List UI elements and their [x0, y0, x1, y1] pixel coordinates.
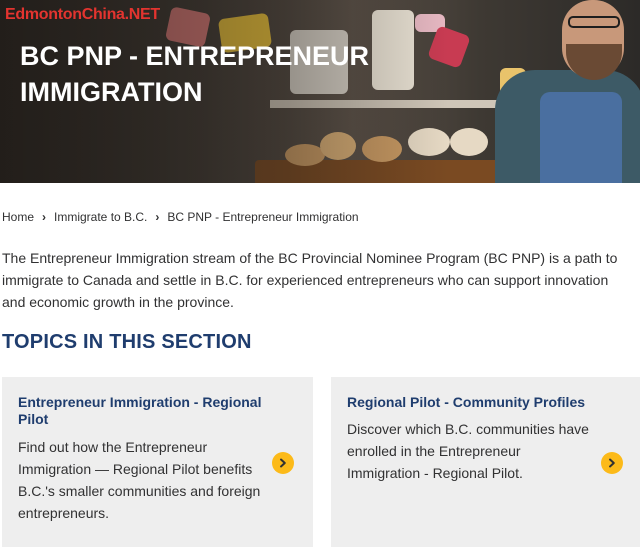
breadcrumb-immigrate[interactable]: Immigrate to B.C.: [54, 210, 147, 224]
hero-banner: EdmontonChina.NET BC PNP - ENTREPRENEUR …: [0, 0, 640, 183]
card-description: Discover which B.C. communities have enr…: [347, 421, 589, 481]
watermark: EdmontonChina.NET: [5, 6, 160, 23]
breadcrumb: Home › Immigrate to B.C. › BC PNP - Entr…: [2, 210, 359, 224]
breadcrumb-current: BC PNP - Entrepreneur Immigration: [167, 210, 359, 224]
topic-card-regional-pilot[interactable]: Entrepreneur Immigration - Regional Pilo…: [2, 377, 313, 547]
page-title: BC PNP - ENTREPRENEUR IMMIGRATION: [20, 41, 370, 107]
card-title[interactable]: Regional Pilot - Community Profiles: [347, 394, 597, 411]
breadcrumb-home[interactable]: Home: [2, 210, 34, 224]
chevron-right-icon: ›: [155, 210, 160, 224]
section-heading: TOPICS IN THIS SECTION: [2, 331, 252, 353]
chevron-right-icon: [280, 458, 286, 468]
topic-card-community-profiles[interactable]: Regional Pilot - Community Profiles Disc…: [331, 377, 640, 547]
chevron-right-icon: ›: [42, 210, 47, 224]
card-arrow-button[interactable]: [601, 452, 623, 474]
intro-paragraph: The Entrepreneur Immigration stream of t…: [2, 250, 618, 310]
chevron-right-icon: [609, 458, 615, 468]
card-arrow-button[interactable]: [272, 452, 294, 474]
card-description: Find out how the Entrepreneur Immigratio…: [18, 439, 261, 521]
card-title[interactable]: Entrepreneur Immigration - Regional Pilo…: [18, 394, 268, 428]
